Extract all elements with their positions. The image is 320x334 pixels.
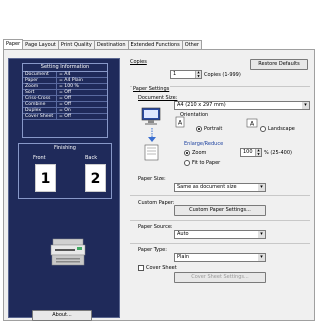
paper-source-select[interactable]: Auto: [174, 230, 266, 239]
tab-other[interactable]: Other: [181, 40, 202, 49]
down-arrow-icon: [148, 128, 156, 142]
portrait-icon: A: [175, 116, 185, 128]
tab-bar: Paper Page Layout Print Quality Destinat…: [3, 39, 202, 49]
cover-sheet-checkbox[interactable]: [138, 265, 144, 271]
zoom-range: % (25-400): [264, 150, 292, 156]
setting-information: Setting Information Document = A4 Paper = …: [22, 63, 108, 138]
portrait-radio[interactable]: [196, 126, 202, 132]
paper-size-select[interactable]: Same as document size: [174, 183, 266, 192]
back-page: 2: [82, 164, 106, 196]
cover-sheet-label: Cover Sheet: [146, 265, 177, 271]
document-size-select[interactable]: A4 (210 x 297 mm): [174, 101, 310, 110]
tab-page-layout[interactable]: Page Layout: [22, 40, 59, 49]
landscape-radio[interactable]: [260, 126, 266, 132]
document-size-label: Document Size:: [138, 95, 178, 101]
zoom-stepper[interactable]: ▲ ▼: [255, 148, 261, 156]
copies-stepper[interactable]: ▲ ▼: [195, 70, 201, 78]
paper-icon: [144, 144, 159, 161]
front-label: Front: [33, 155, 46, 161]
paper-type-label: Paper Type:: [138, 247, 167, 253]
setting-information-title: Setting Information: [23, 64, 107, 72]
fit-to-paper-label: Fit to Paper: [192, 160, 221, 166]
custom-paper-settings-button[interactable]: Custom Paper Settings...: [174, 205, 266, 216]
tab-panel: Setting Information Document = A4 Paper = …: [3, 49, 315, 321]
custom-paper-label: Custom Paper:: [138, 200, 175, 206]
printer-icon: [50, 238, 86, 266]
restore-defaults-button[interactable]: Restore Defaults: [250, 59, 308, 70]
portrait-label: Portrait: [204, 126, 223, 132]
finishing-title: Finishing: [54, 145, 76, 151]
copies-range: Copies (1-999): [204, 72, 241, 78]
finishing-preview: Finishing Front Back 1 2: [18, 143, 112, 199]
paper-source-label: Paper Source:: [138, 224, 173, 230]
preview-panel: Setting Information Document = A4 Paper = …: [8, 58, 120, 318]
zoom-radio[interactable]: [184, 150, 190, 156]
cover-sheet-settings-button[interactable]: Cover Sheet Settings...: [174, 272, 266, 283]
zoom-label: Zoom: [192, 150, 207, 156]
enlarge-reduce-label: Enlarge/Reduce: [184, 141, 224, 147]
tab-destination[interactable]: Destination: [93, 40, 129, 49]
divider: [130, 220, 310, 221]
back-label: Back: [85, 155, 98, 161]
divider: [130, 195, 310, 196]
copies-label: Copies: [130, 59, 147, 65]
paper-settings-label: Paper Settings: [132, 86, 171, 92]
fit-to-paper-radio[interactable]: [184, 160, 190, 166]
tab-paper[interactable]: Paper: [3, 39, 24, 49]
tab-print-quality[interactable]: Print Quality: [57, 40, 95, 49]
landscape-icon: A: [246, 118, 258, 128]
setting-row: Cover Sheet = Off: [23, 114, 107, 120]
zoom-input[interactable]: 100 ▲ ▼: [240, 148, 262, 157]
paper-size-label: Paper Size:: [138, 176, 166, 182]
front-page: 1: [32, 164, 56, 196]
tab-extended-functions[interactable]: Extended Functions: [127, 40, 183, 49]
landscape-label: Landscape: [268, 126, 295, 132]
monitor-icon: [141, 107, 161, 125]
copies-input[interactable]: 1 ▲ ▼: [170, 70, 202, 79]
about-button[interactable]: About...: [32, 310, 92, 321]
paper-type-select[interactable]: Plain: [174, 253, 266, 262]
divider: [130, 243, 310, 244]
